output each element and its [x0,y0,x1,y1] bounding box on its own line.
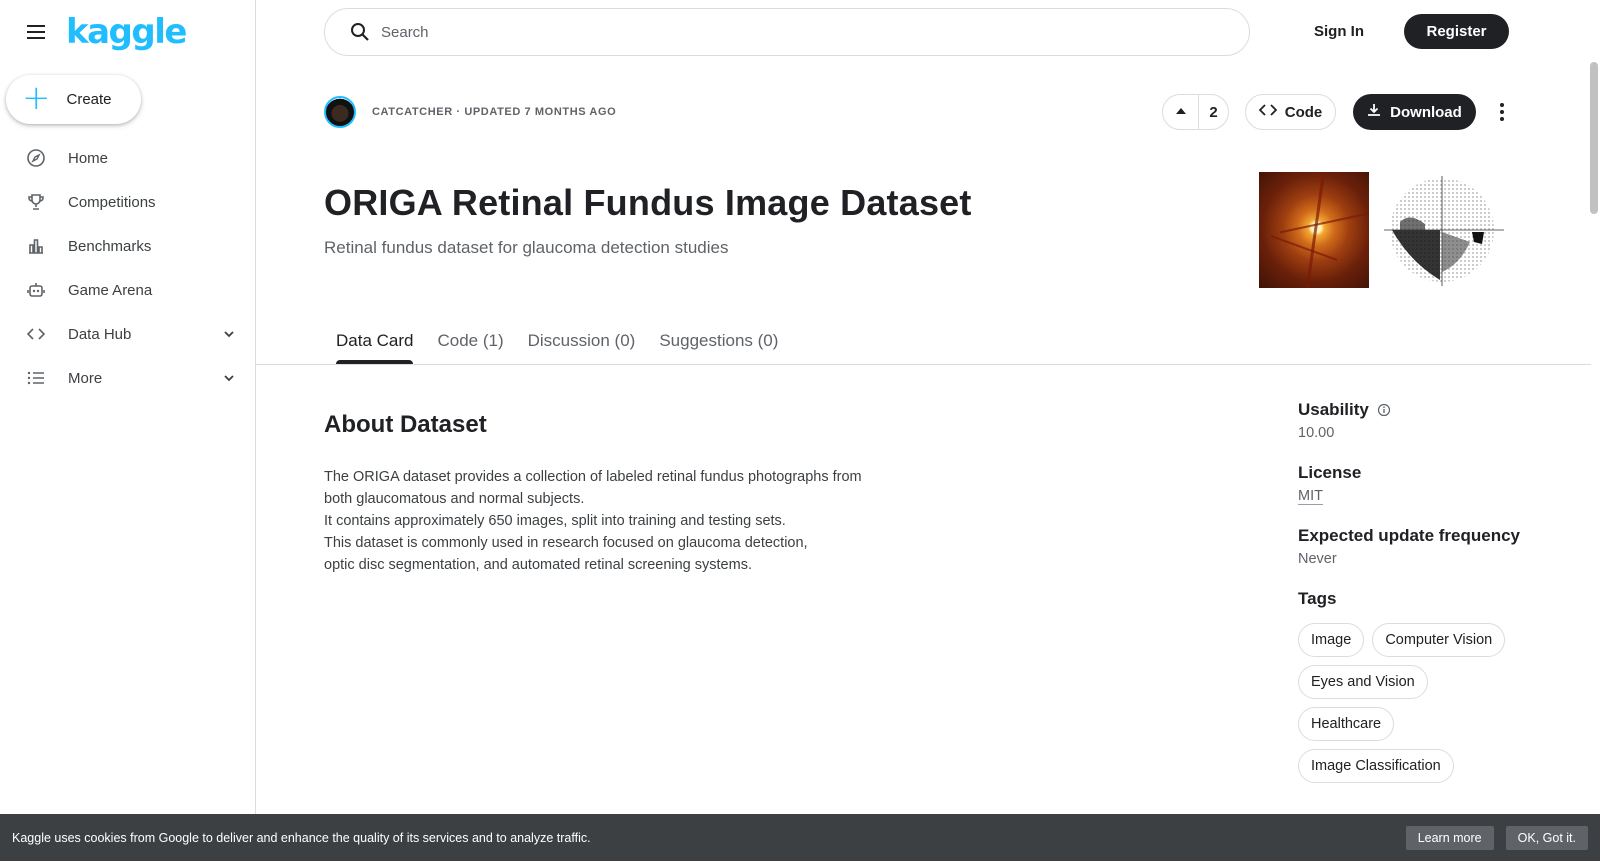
license-link[interactable]: MIT [1298,488,1323,504]
kaggle-logo[interactable]: kaggle [66,12,187,52]
tags-label: Tags [1298,589,1337,608]
tab-suggestions[interactable]: Suggestions (0) [647,320,790,364]
sidebar-item-data-hub[interactable]: Data Hub [0,312,256,356]
avatar[interactable] [324,96,356,128]
sidebar-item-label: More [68,369,103,387]
sidebar-item-label: Benchmarks [68,237,152,255]
search-bar[interactable] [324,8,1250,56]
plus-icon: + [22,77,51,118]
code-icon [26,324,46,344]
more-options-icon[interactable] [1488,98,1516,126]
download-icon [1367,103,1390,121]
tag-chip[interactable]: Healthcare [1298,707,1395,741]
about-line: This dataset is commonly used in researc… [324,535,808,551]
search-input[interactable] [381,23,1181,41]
caret-up-icon [1175,103,1187,121]
main-content: CATCATCHER · UPDATED 7 MONTHS AGO 2 Code… [256,66,1600,861]
tag-chip[interactable]: Image [1298,623,1365,657]
page-subtitle: Retinal fundus dataset for glaucoma dete… [324,238,729,257]
owner-row: CATCATCHER · UPDATED 7 MONTHS AGO [324,95,616,129]
robot-icon [26,280,46,300]
page-title: ORIGA Retinal Fundus Image Dataset [324,182,972,223]
download-button[interactable]: Download [1353,94,1476,130]
fundus-thumbnail [1259,172,1369,288]
code-button-label: Code [1284,103,1323,121]
upvote-count: 2 [1209,103,1218,121]
tags-list: Image Computer Vision Eyes and Vision He… [1298,623,1528,791]
create-button[interactable]: + Create [6,75,141,124]
tab-divider [256,364,1591,365]
cookie-ok-button[interactable]: OK, Got it. [1505,825,1588,850]
about-line: It contains approximately 650 images, sp… [324,513,786,529]
about-heading: About Dataset [324,411,487,438]
tab-data-card[interactable]: Data Card [324,320,425,364]
about-line: optic disc segmentation, and automated r… [324,557,752,573]
bar-chart-icon [26,236,46,256]
usability-heading: Usability [1298,400,1588,420]
sidebar-item-game-arena[interactable]: Game Arena [0,268,256,312]
trophy-icon [26,192,46,212]
update-frequency-label: Expected update frequency [1298,526,1521,545]
chevron-down-icon[interactable] [220,369,238,387]
info-icon[interactable] [1377,403,1391,417]
cookie-text: Kaggle uses cookies from Google to deliv… [12,830,591,845]
tag-chip[interactable]: Eyes and Vision [1298,665,1428,699]
sidebar-item-competitions[interactable]: Competitions [0,180,256,224]
license-label: License [1298,463,1362,482]
tag-chip[interactable]: Computer Vision [1372,623,1506,657]
metadata-panel: Usability 10.00 License MIT Expected upd… [1298,400,1588,791]
tab-code[interactable]: Code (1) [425,320,515,364]
download-button-label: Download [1390,103,1462,121]
page-scrollbar[interactable] [1590,62,1598,214]
sidebar-item-label: Competitions [68,193,156,211]
sidebar-item-home[interactable]: Home [0,136,256,180]
chevron-down-icon[interactable] [220,325,238,343]
sidebar-item-benchmarks[interactable]: Benchmarks [0,224,256,268]
top-bar: Sign In Register [256,0,1600,66]
about-description: The ORIGA dataset provides a collection … [324,466,924,576]
cookie-banner: Kaggle uses cookies from Google to deliv… [0,814,1600,861]
code-icon [1258,103,1285,121]
usability-label: Usability [1298,400,1369,419]
upvote-button[interactable] [1163,95,1199,129]
visual-field-thumbnail [1380,172,1508,288]
about-line: both glaucomatous and normal subjects. [324,491,585,507]
sidebar-item-label: Home [68,149,109,167]
list-icon [26,368,46,388]
search-icon [349,21,371,43]
sign-in-button[interactable]: Sign In [1300,14,1378,49]
sidebar-item-label: Data Hub [68,325,132,343]
sidebar-nav: Home Competitions Benchmarks Game Arena … [0,136,256,400]
sidebar: kaggle + Create Home Competitions Benchm… [0,0,256,861]
sidebar-item-label: Game Arena [68,281,153,299]
create-label: Create [66,91,112,108]
learn-more-button[interactable]: Learn more [1405,825,1494,850]
upvote-widget: 2 [1162,94,1229,130]
register-button[interactable]: Register [1404,14,1509,49]
sidebar-item-more[interactable]: More [0,356,256,400]
code-button[interactable]: Code [1245,94,1336,130]
tab-bar: Data Card Code (1) Discussion (0) Sugges… [324,320,790,364]
tab-discussion[interactable]: Discussion (0) [516,320,648,364]
tag-chip[interactable]: Image Classification [1298,749,1454,783]
compass-icon [26,148,46,168]
about-line: The ORIGA dataset provides a collection … [324,469,862,485]
menu-icon[interactable] [24,20,48,44]
update-frequency-value: Never [1298,551,1337,567]
owner-updated-text[interactable]: CATCATCHER · UPDATED 7 MONTHS AGO [372,106,616,118]
usability-value: 10.00 [1298,425,1335,441]
